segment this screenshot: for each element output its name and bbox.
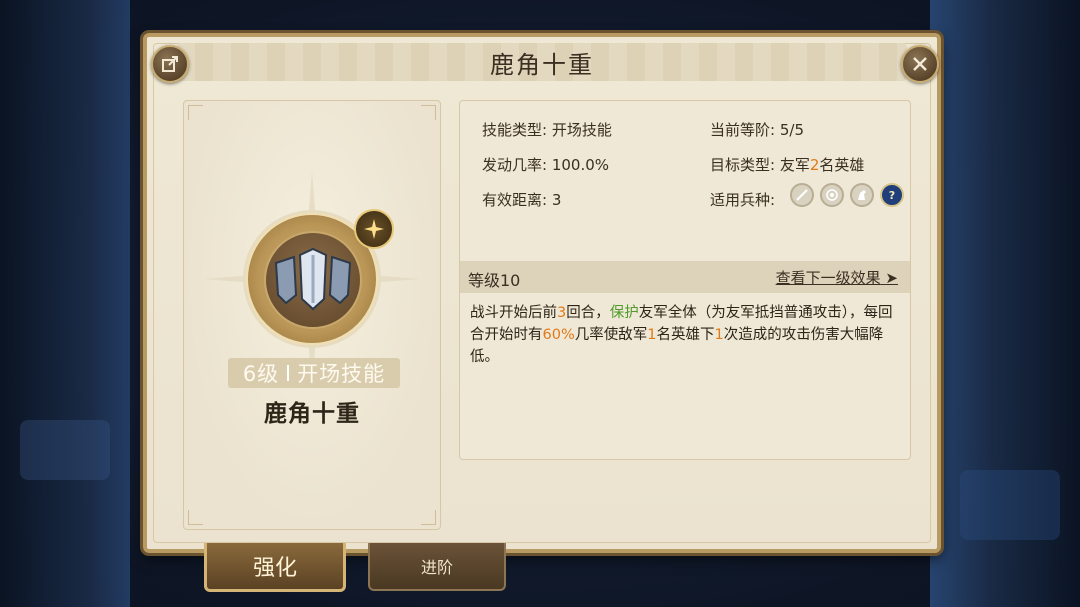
skill-info-panel: 技能类型: 开场技能 当前等阶: 5/5 发动几率: 100.0% 目标类型: …: [459, 100, 911, 460]
emblem-core: [264, 231, 362, 329]
next-level-link[interactable]: 查看下一级效果 ➤: [776, 267, 898, 288]
card-corner: [188, 105, 203, 120]
trigger-rate-label: 发动几率:: [482, 156, 548, 174]
desc-text: 名英雄下: [656, 327, 715, 343]
tab-enhance-label: 强化: [252, 556, 297, 581]
skill-type-label: 技能类型:: [482, 121, 548, 139]
desc-text: 战斗开始后前: [470, 305, 557, 321]
desc-number: 1: [714, 327, 724, 343]
skill-type: 开场技能: [297, 362, 386, 386]
tab-advance[interactable]: 进阶: [368, 543, 506, 591]
separator: [287, 365, 290, 381]
skill-name: 鹿角十重: [264, 401, 360, 427]
unit-types-label: 适用兵种:: [710, 191, 776, 209]
trigger-rate-row: 发动几率: 100.0%: [482, 154, 609, 175]
skill-type-row: 技能类型: 开场技能: [482, 119, 612, 140]
current-rank-label: 当前等阶:: [710, 121, 776, 139]
card-corner: [421, 510, 436, 525]
desc-text: 回合，: [566, 305, 610, 321]
shields-icon: [274, 247, 352, 311]
skill-emblem: [246, 209, 394, 345]
background-left: [0, 0, 130, 607]
share-icon: [162, 56, 178, 72]
tab-advance-label: 进阶: [420, 558, 453, 577]
skill-card: 6级 开场技能 鹿角十重: [183, 100, 441, 530]
next-level-text: 查看下一级效果: [775, 269, 881, 287]
background-decoration: [20, 420, 110, 480]
level-row: 等级10 查看下一级效果 ➤: [460, 261, 910, 293]
target-icon[interactable]: [820, 183, 844, 207]
skill-level: 6级: [242, 362, 280, 386]
card-corner: [421, 105, 436, 120]
star-icon: [364, 219, 384, 239]
range-row: 有效距离: 3: [482, 189, 561, 210]
target-type-count: 2: [809, 156, 820, 174]
share-button[interactable]: [151, 45, 189, 83]
tab-enhance[interactable]: 强化: [204, 543, 346, 592]
desc-number: 3: [557, 305, 567, 321]
question-icon[interactable]: ?: [880, 183, 904, 207]
dialog-title: 鹿角十重: [490, 51, 594, 79]
trigger-rate-value: 100.0%: [551, 156, 610, 174]
current-rank-value: 5/5: [779, 121, 804, 139]
close-button[interactable]: [901, 45, 939, 83]
arrow-right-icon: ➤: [885, 269, 898, 287]
sword-icon[interactable]: [790, 183, 814, 207]
target-type-prefix: 友军: [779, 156, 810, 174]
unit-type-icons: ?: [790, 183, 904, 207]
star-badge: [354, 209, 394, 249]
level-label: 等级10: [468, 271, 521, 290]
desc-text: 几率使敌军: [574, 327, 648, 343]
skill-description: 战斗开始后前3回合，保护友军全体（为友军抵挡普通攻击），每回合开始时有60%几率…: [470, 302, 900, 368]
card-corner: [188, 510, 203, 525]
skill-type-value: 开场技能: [551, 121, 612, 139]
horse-icon[interactable]: [850, 183, 874, 207]
current-rank-row: 当前等阶: 5/5: [710, 119, 804, 140]
target-type-label: 目标类型:: [710, 156, 776, 174]
background-decoration: [960, 470, 1060, 540]
range-label: 有效距离:: [482, 191, 548, 209]
desc-number: 60%: [542, 327, 575, 343]
range-value: 3: [551, 191, 562, 209]
desc-keyword: 保护: [609, 305, 639, 321]
target-type-suffix: 名英雄: [819, 156, 865, 174]
unit-types-row: 适用兵种:: [710, 189, 775, 210]
close-icon: [913, 57, 927, 71]
skill-detail-dialog: 鹿角十重 6级 开场技能 鹿角十重 技能类型: 开场技能 当前等阶: 5/5 发…: [143, 33, 941, 553]
target-type-row: 目标类型: 友军2名英雄: [710, 154, 864, 175]
skill-level-badge: 6级 开场技能: [228, 358, 400, 388]
